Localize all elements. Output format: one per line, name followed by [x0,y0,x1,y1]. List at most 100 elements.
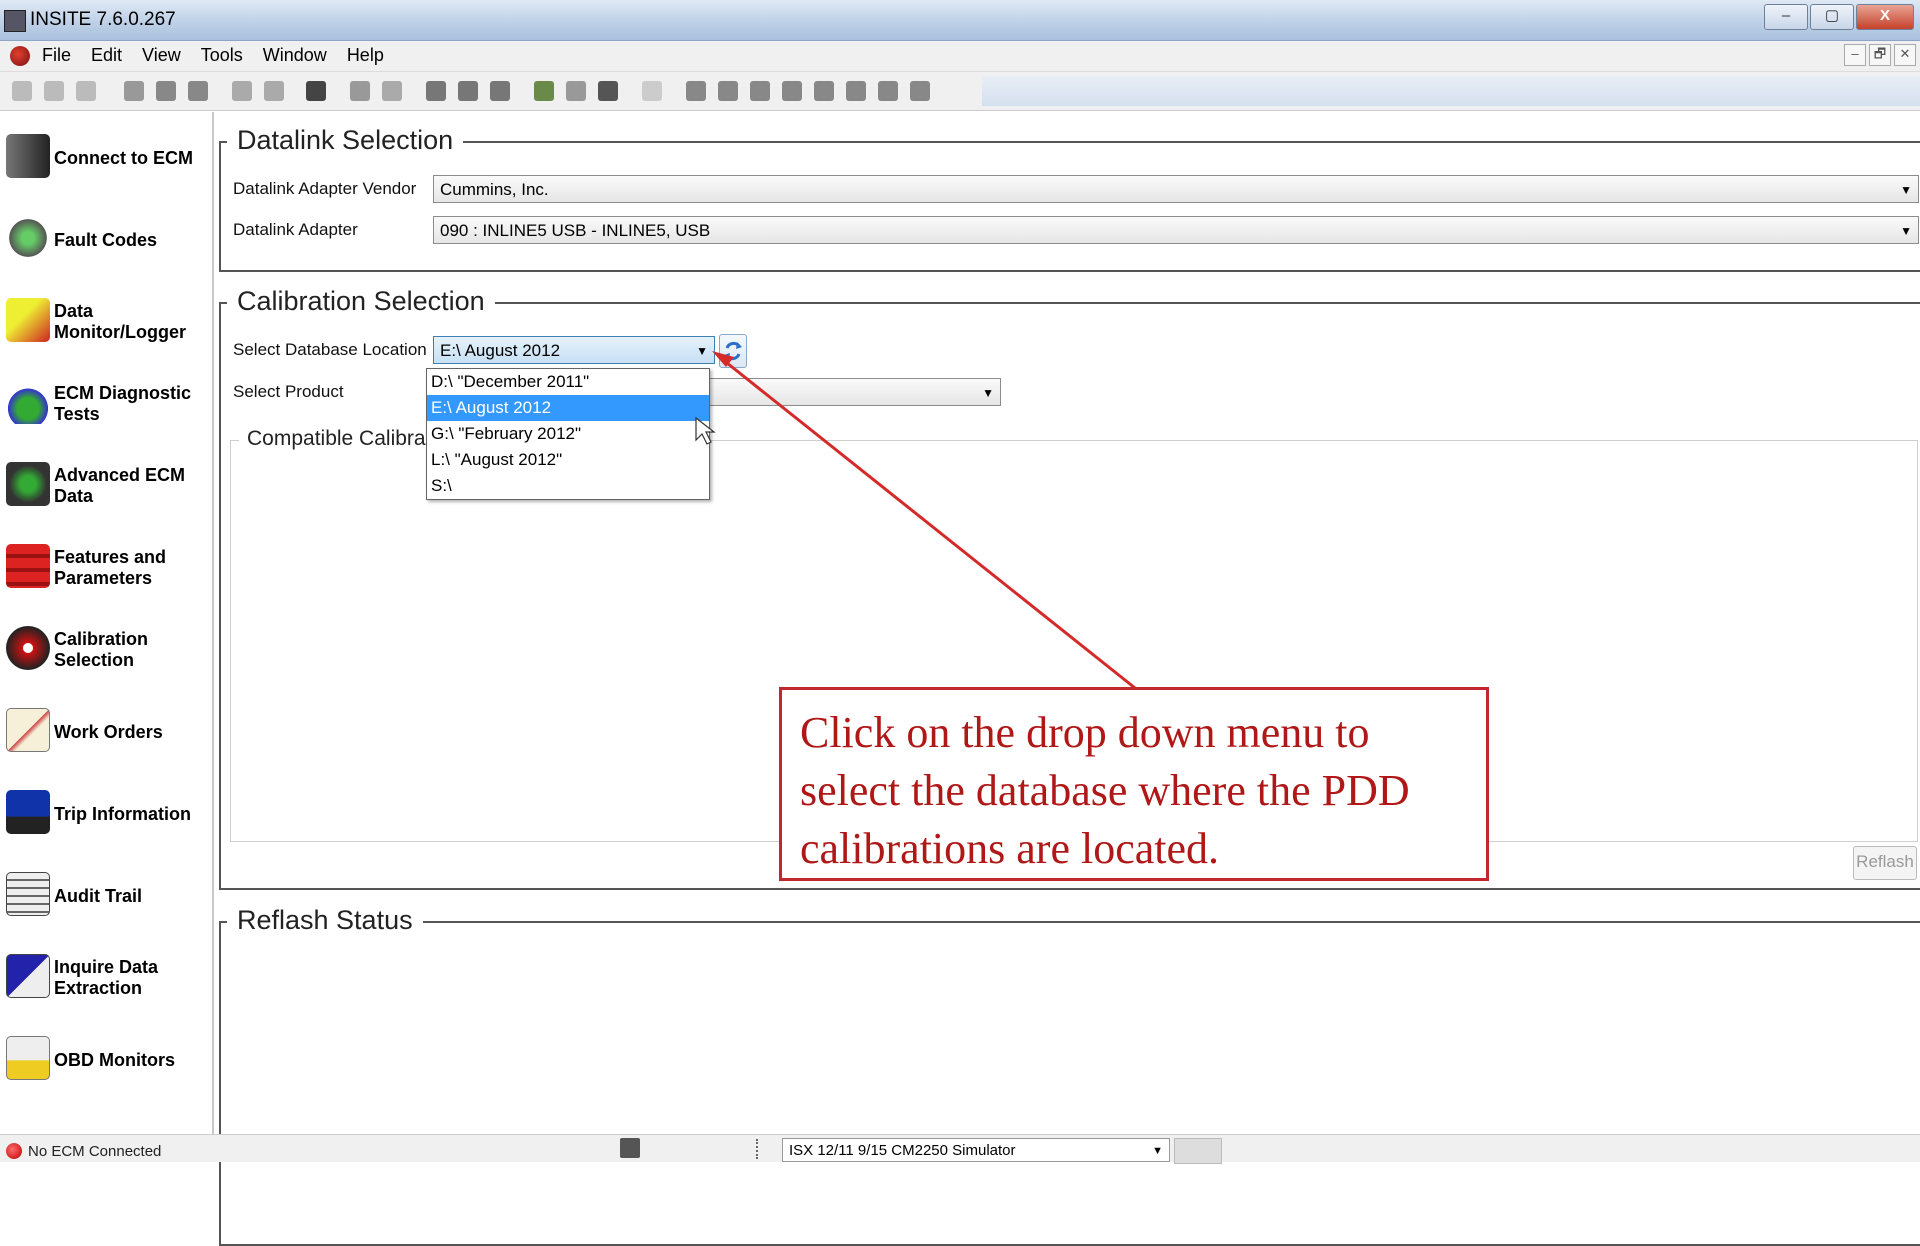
ecm-connection-status: No ECM Connected [28,1143,162,1160]
menu-bar: File Edit View Tools Window Help – 🗗 ✕ [0,41,1920,72]
sidebar-item-label: Work Orders [54,721,163,742]
data-monitor-icon [6,298,50,342]
sidebar-item-work-orders[interactable]: Work Orders [6,702,210,762]
connect-tool-icon[interactable] [12,81,32,101]
status-action-button[interactable] [1174,1138,1222,1164]
status-tool-icon[interactable] [620,1138,640,1158]
features-parameters-icon [6,544,50,588]
cut-icon[interactable] [124,81,144,101]
work-orders-icon [6,708,50,752]
copy-icon[interactable] [156,81,176,101]
sidebar-item-label: Trip Information [54,803,191,824]
sidebar-item-connect-to-ecm[interactable]: Connect to ECM [6,128,210,188]
chevron-down-icon: ▼ [696,344,708,358]
sidebar-item-label: ECM Diagnostic Tests [54,383,192,424]
mdi-restore-button[interactable]: 🗗 [1869,44,1891,66]
menu-view[interactable]: View [142,45,181,66]
settings-tool-icon[interactable] [878,81,898,101]
ecm-status-light-icon [6,1143,22,1159]
refresh-database-button[interactable] [719,334,747,368]
filter-icon[interactable] [598,81,618,101]
simulator-select[interactable]: ISX 12/11 9/15 CM2250 Simulator ▼ [782,1138,1170,1162]
chevron-down-icon: ▼ [1900,224,1912,238]
print-preview-icon[interactable] [264,81,284,101]
speaker-tool-icon[interactable] [426,81,446,101]
datalink-vendor-select[interactable]: Cummins, Inc. ▼ [433,175,1919,203]
paste-icon[interactable] [188,81,208,101]
sidebar-item-label: OBD Monitors [54,1049,175,1070]
play-icon[interactable] [750,81,770,101]
menu-help[interactable]: Help [347,45,384,66]
main-panel: Datalink Selection Datalink Adapter Vend… [214,112,1920,1246]
sidebar-item-calibration-selection[interactable]: Calibration Selection [6,620,210,680]
toolbar [0,72,1920,111]
stop-icon[interactable] [814,81,834,101]
dropdown-option[interactable]: L:\ "August 2012" [427,447,709,473]
reflash-status-title: Reflash Status [227,905,423,936]
export-tool-icon[interactable] [534,81,554,101]
sidebar-item-ecm-diagnostic-tests[interactable]: ECM Diagnostic Tests [6,374,210,434]
notes-tool-icon[interactable] [910,81,930,101]
app-menu-icon[interactable] [10,46,30,66]
fault-codes-icon [6,216,50,260]
fault-tool-icon[interactable] [44,81,64,101]
report-tool-icon[interactable] [566,81,586,101]
compatible-calibrations-title: Compatible Calibrati [239,427,445,451]
rewind-tool-icon[interactable] [718,81,738,101]
ecm-connector-icon [6,134,50,178]
database-location-select[interactable]: E:\ August 2012 ▼ [433,336,715,364]
module-tool-icon[interactable] [458,81,478,101]
minimize-button[interactable]: – [1764,4,1808,30]
sidebar-item-inquire-data-extraction[interactable]: Inquire Data Extraction [6,948,210,1008]
calibration-disc-icon [6,626,50,670]
reflash-status-group: Reflash Status [219,905,1920,1246]
trip-truck-icon [6,790,50,834]
server-tool-icon[interactable] [490,81,510,101]
dropdown-option[interactable]: D:\ "December 2011" [427,369,709,395]
edit-tool-icon[interactable] [382,81,402,101]
mdi-minimize-button[interactable]: – [1844,44,1866,66]
close-button[interactable]: X [1856,4,1914,30]
find-binoculars-icon[interactable] [306,81,326,101]
reflash-button[interactable]: Reflash [1853,846,1917,880]
mdi-close-button[interactable]: ✕ [1894,44,1916,66]
datalink-adapter-value: 090 : INLINE5 USB - INLINE5, USB [440,221,711,240]
database-location-label: Select Database Location [233,340,427,359]
menu-tools[interactable]: Tools [201,45,243,66]
sidebar-item-trip-information[interactable]: Trip Information [6,784,210,844]
dropdown-option-selected[interactable]: E:\ August 2012 [427,395,709,421]
log-tool-icon[interactable] [846,81,866,101]
datalink-adapter-select[interactable]: 090 : INLINE5 USB - INLINE5, USB ▼ [433,216,1919,244]
print-icon[interactable] [232,81,252,101]
dropdown-option[interactable]: G:\ "February 2012" [427,421,709,447]
sidebar: Connect to ECM Fault Codes Data Monitor/… [0,112,214,1134]
datalink-vendor-label: Datalink Adapter Vendor [233,179,417,198]
monitor-tool-icon[interactable] [76,81,96,101]
record-tool-icon[interactable] [686,81,706,101]
document-tool-icon[interactable] [350,81,370,101]
advanced-ecm-data-icon [6,462,50,506]
datalink-adapter-label: Datalink Adapter [233,220,358,239]
sidebar-item-fault-codes[interactable]: Fault Codes [6,210,210,270]
sidebar-item-features-and-parameters[interactable]: Features and Parameters [6,538,210,598]
sidebar-item-advanced-ecm-data[interactable]: Advanced ECM Data [6,456,210,516]
sidebar-item-obd-monitors[interactable]: OBD Monitors [6,1030,210,1090]
status-bar: No ECM Connected ISX 12/11 9/15 CM2250 S… [0,1134,1920,1164]
chevron-down-icon: ▼ [982,386,994,400]
menu-window[interactable]: Window [263,45,327,66]
window-controls: – ▢ X [1762,4,1914,30]
dropdown-option[interactable]: S:\ [427,473,709,499]
page-tool-icon[interactable] [642,81,662,101]
instruction-callout: Click on the drop down menu to select th… [779,687,1489,881]
audit-trail-icon [6,872,50,916]
sidebar-item-label: Connect to ECM [54,147,193,168]
inquire-extraction-icon [6,954,50,998]
pause-icon[interactable] [782,81,802,101]
sidebar-item-label: Audit Trail [54,885,143,906]
maximize-button[interactable]: ▢ [1810,4,1854,30]
datalink-selection-title: Datalink Selection [227,125,464,156]
sidebar-item-data-monitor[interactable]: Data Monitor/Logger [6,292,210,352]
menu-file[interactable]: File [42,45,71,66]
menu-edit[interactable]: Edit [91,45,122,66]
sidebar-item-audit-trail[interactable]: Audit Trail [6,866,210,926]
